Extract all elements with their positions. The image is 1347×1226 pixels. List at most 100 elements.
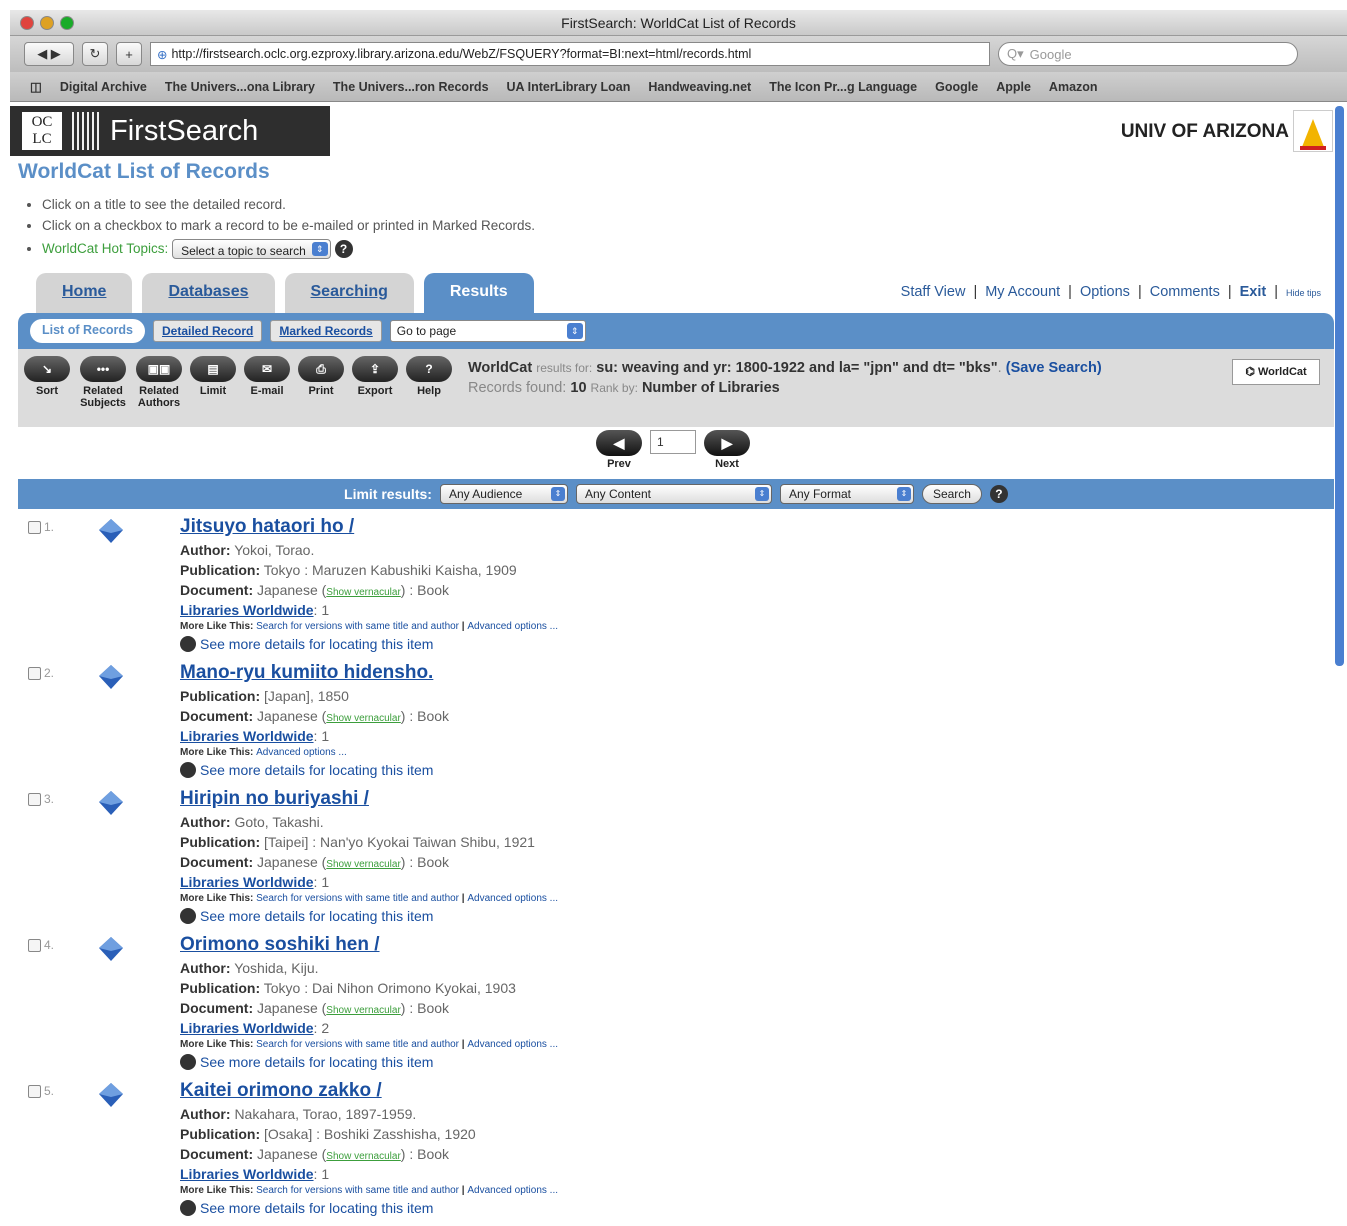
advanced-options-link[interactable]: Advanced options ... bbox=[467, 893, 558, 904]
add-bookmark-button[interactable]: + bbox=[116, 42, 142, 66]
tool-label: Sort bbox=[36, 385, 58, 397]
page-number-input[interactable]: 1 bbox=[650, 430, 696, 454]
see-more-details-link[interactable]: See more details for locating this item bbox=[200, 762, 433, 778]
checkbox-icon[interactable] bbox=[28, 792, 41, 806]
list-item: 5. Kaitei orimono zakko / Author: Nakaha… bbox=[18, 1080, 918, 1220]
libraries-count: 2 bbox=[321, 1020, 330, 1036]
bookmark-item[interactable]: The Univers...ron Records bbox=[333, 80, 489, 94]
book-icon bbox=[99, 665, 123, 689]
tab-home[interactable]: Home bbox=[36, 273, 133, 313]
see-more-details-link[interactable]: See more details for locating this item bbox=[200, 908, 433, 924]
advanced-options-link[interactable]: Advanced options ... bbox=[467, 1185, 558, 1196]
bookmark-item[interactable]: UA InterLibrary Loan bbox=[507, 80, 631, 94]
checkbox-icon[interactable] bbox=[28, 666, 41, 680]
bookmark-item[interactable]: Apple bbox=[996, 80, 1031, 94]
my-account-link[interactable]: My Account bbox=[985, 284, 1060, 300]
show-vernacular-link[interactable]: Show vernacular bbox=[326, 587, 400, 598]
email-button[interactable]: ✉ E-mail bbox=[244, 356, 290, 397]
marked-records-tab[interactable]: Marked Records bbox=[270, 320, 382, 342]
bookmark-item[interactable]: Digital Archive bbox=[60, 80, 147, 94]
bookmark-item[interactable]: Handweaving.net bbox=[648, 80, 751, 94]
list-of-records-tab[interactable]: List of Records bbox=[30, 319, 145, 343]
bookmark-item[interactable]: Google bbox=[935, 80, 978, 94]
tab-databases[interactable]: Databases bbox=[142, 273, 275, 313]
help-icon[interactable]: ? bbox=[334, 240, 353, 259]
publication-value: Tokyo : Maruzen Kabushiki Kaisha, 1909 bbox=[263, 562, 517, 578]
record-title-link[interactable]: Hiripin no buriyashi / bbox=[180, 788, 369, 810]
record-checkbox[interactable]: 2. bbox=[28, 666, 54, 680]
advanced-options-link[interactable]: Advanced options ... bbox=[467, 621, 558, 632]
address-bar[interactable]: ⊕ http://firstsearch.oclc.org.ezproxy.li… bbox=[150, 42, 990, 66]
export-button[interactable]: ⇪ Export bbox=[352, 356, 398, 397]
libraries-worldwide-link[interactable]: Libraries Worldwide bbox=[180, 1020, 314, 1036]
checkbox-icon[interactable] bbox=[28, 520, 41, 534]
see-more-details-link[interactable]: See more details for locating this item bbox=[200, 636, 433, 652]
format-select[interactable]: Any Format ⇕ bbox=[779, 484, 914, 504]
bookmark-item[interactable]: Amazon bbox=[1049, 80, 1098, 94]
google-search-field[interactable]: Q▾ Google bbox=[998, 42, 1298, 66]
hot-topics-label: WorldCat Hot Topics: bbox=[42, 241, 169, 256]
record-checkbox[interactable]: 4. bbox=[28, 938, 54, 952]
comments-link[interactable]: Comments bbox=[1150, 284, 1220, 300]
audience-select[interactable]: Any Audience ⇕ bbox=[439, 484, 568, 504]
record-checkbox[interactable]: 3. bbox=[28, 792, 54, 806]
see-more-details-link[interactable]: See more details for locating this item bbox=[200, 1054, 433, 1070]
zoom-window-icon[interactable] bbox=[60, 16, 74, 30]
libraries-worldwide-link[interactable]: Libraries Worldwide bbox=[180, 728, 314, 744]
limit-search-button[interactable]: Search bbox=[921, 484, 982, 504]
hot-topics-select[interactable]: Select a topic to search ⇕ bbox=[172, 239, 331, 260]
related-subjects-button[interactable]: ••• Related Subjects bbox=[78, 356, 128, 409]
checkbox-icon[interactable] bbox=[28, 938, 41, 952]
sort-button[interactable]: ↘ Sort bbox=[24, 356, 70, 397]
limit-button[interactable]: ▤ Limit bbox=[190, 356, 236, 397]
back-forward-buttons[interactable]: ◀ ▶ bbox=[24, 42, 74, 66]
tab-searching[interactable]: Searching bbox=[284, 273, 414, 313]
record-title-link[interactable]: Kaitei orimono zakko / bbox=[180, 1080, 382, 1102]
record-checkbox[interactable]: 1. bbox=[28, 520, 54, 534]
record-title-link[interactable]: Mano-ryu kumiito hidensho. bbox=[180, 662, 433, 684]
close-window-icon[interactable] bbox=[20, 16, 34, 30]
reload-button[interactable]: ↻ bbox=[82, 42, 108, 66]
checkbox-icon[interactable] bbox=[28, 1084, 41, 1098]
libraries-worldwide-link[interactable]: Libraries Worldwide bbox=[180, 1166, 314, 1182]
record-title-link[interactable]: Jitsuyo hataori ho / bbox=[180, 516, 354, 538]
show-vernacular-link[interactable]: Show vernacular bbox=[326, 1151, 400, 1162]
bookmarks-icon[interactable]: ◫ bbox=[30, 79, 42, 94]
options-link[interactable]: Options bbox=[1080, 284, 1130, 300]
go-to-page-select[interactable]: Go to page ⇕ bbox=[389, 320, 586, 342]
help-button[interactable]: ? Help bbox=[406, 356, 452, 397]
same-title-link[interactable]: Search for versions with same title and … bbox=[256, 1039, 459, 1050]
related-authors-button[interactable]: ▣▣ Related Authors bbox=[134, 356, 184, 409]
libraries-worldwide-link[interactable]: Libraries Worldwide bbox=[180, 874, 314, 890]
staff-view-link[interactable]: Staff View bbox=[901, 284, 966, 300]
next-button[interactable]: ▶ Next bbox=[704, 430, 750, 470]
record-title-link[interactable]: Orimono soshiki hen / bbox=[180, 934, 380, 956]
same-title-link[interactable]: Search for versions with same title and … bbox=[256, 893, 459, 904]
help-icon[interactable]: ? bbox=[989, 485, 1008, 503]
show-vernacular-link[interactable]: Show vernacular bbox=[326, 1005, 400, 1016]
save-search-link[interactable]: (Save Search) bbox=[1006, 360, 1102, 376]
same-title-link[interactable]: Search for versions with same title and … bbox=[256, 1185, 459, 1196]
prev-button[interactable]: ◀ Prev bbox=[596, 430, 642, 470]
window-controls[interactable] bbox=[20, 16, 74, 30]
see-more-details-link[interactable]: See more details for locating this item bbox=[200, 1200, 433, 1216]
bookmark-item[interactable]: The Univers...ona Library bbox=[165, 80, 315, 94]
libraries-worldwide-link[interactable]: Libraries Worldwide bbox=[180, 602, 314, 618]
same-title-link[interactable]: Search for versions with same title and … bbox=[256, 621, 459, 632]
show-vernacular-link[interactable]: Show vernacular bbox=[326, 713, 400, 724]
minimize-window-icon[interactable] bbox=[40, 16, 54, 30]
advanced-options-link[interactable]: Advanced options ... bbox=[467, 1039, 558, 1050]
exit-link[interactable]: Exit bbox=[1240, 284, 1267, 300]
advanced-options-link[interactable]: Advanced options ... bbox=[256, 747, 347, 758]
content-select[interactable]: Any Content ⇕ bbox=[575, 484, 772, 504]
detailed-record-tab[interactable]: Detailed Record bbox=[153, 320, 263, 342]
tab-results[interactable]: Results bbox=[423, 273, 534, 313]
record-author: Author: Yokoi, Torao. bbox=[180, 542, 314, 558]
bookmark-item[interactable]: The Icon Pr...g Language bbox=[769, 80, 917, 94]
show-vernacular-link[interactable]: Show vernacular bbox=[326, 859, 400, 870]
worldcat-button[interactable]: ⌬ WorldCat bbox=[1232, 359, 1320, 385]
hide-tips-link[interactable]: Hide tips bbox=[1286, 284, 1321, 300]
record-checkbox[interactable]: 5. bbox=[28, 1084, 54, 1098]
print-button[interactable]: ⎙ Print bbox=[298, 356, 344, 397]
scrollbar-thumb[interactable] bbox=[1335, 106, 1344, 666]
